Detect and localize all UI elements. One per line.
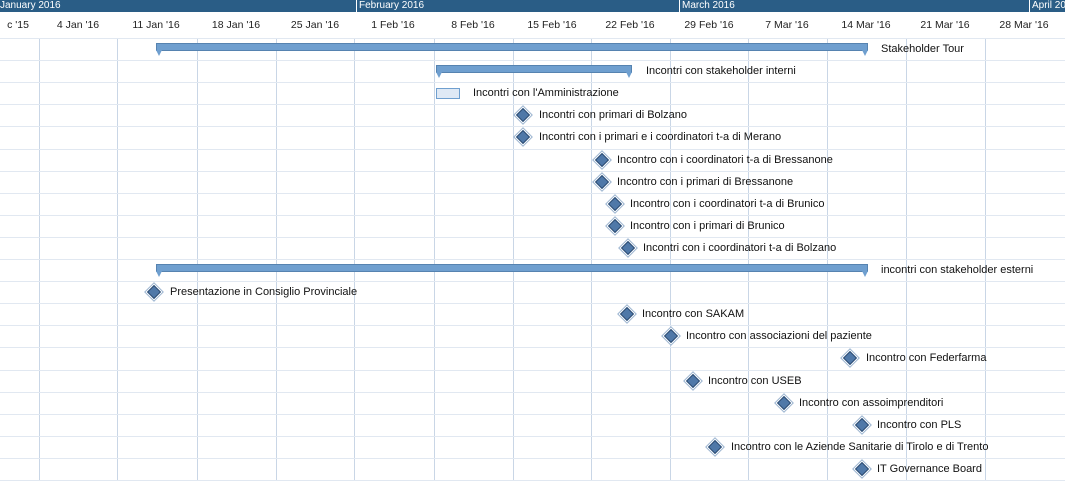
row-gridline (0, 325, 1065, 326)
milestone-diamond-icon[interactable] (607, 196, 623, 212)
month-separator (679, 0, 680, 12)
row-gridline (0, 259, 1065, 260)
milestone-diamond-icon[interactable] (663, 328, 679, 344)
month-separator (356, 0, 357, 12)
milestone-diamond-icon[interactable] (607, 218, 623, 234)
gantt-chart: January 2016 February 2016 March 2016 April… (0, 0, 1065, 481)
task-label: incontri con stakeholder esterni (881, 264, 1034, 276)
task-label: Incontri con stakeholder interni (646, 65, 796, 77)
week-label: 1 Feb '16 (371, 19, 415, 31)
summary-bar[interactable] (156, 43, 868, 56)
row-gridline (0, 126, 1065, 127)
week-label: 18 Jan '16 (211, 19, 261, 31)
milestone-diamond-icon[interactable] (842, 350, 858, 366)
milestone-diamond-icon[interactable] (707, 439, 723, 455)
task-label: Incontro con i coordinatori t-a di Bruni… (630, 198, 825, 210)
row-gridline (0, 193, 1065, 194)
row-gridline (0, 38, 1065, 39)
week-label: 29 Feb '16 (684, 19, 734, 31)
row-gridline (0, 458, 1065, 459)
week-label: 8 Feb '16 (451, 19, 495, 31)
row-gridline (0, 60, 1065, 61)
week-label: 7 Mar '16 (765, 19, 809, 31)
row-gridline (0, 281, 1065, 282)
row-gridline (0, 370, 1065, 371)
month-header (0, 0, 1065, 12)
month-label: February 2016 (359, 0, 425, 11)
task-label: Stakeholder Tour (881, 43, 964, 55)
task-label: Incontri con i primari e i coordinatori … (539, 131, 782, 143)
row-gridline (0, 149, 1065, 150)
row-gridline (0, 171, 1065, 172)
milestone-diamond-icon[interactable] (854, 461, 870, 477)
task-label: Incontri con l'Amministrazione (473, 87, 619, 99)
month-separator (1029, 0, 1030, 12)
week-label: 15 Feb '16 (527, 19, 577, 31)
task-label: IT Governance Board (877, 463, 982, 475)
week-label: 22 Feb '16 (605, 19, 655, 31)
task-label: Incontri con primari di Bolzano (539, 109, 687, 121)
milestone-diamond-icon[interactable] (854, 417, 870, 433)
task-label: Incontro con PLS (877, 419, 962, 431)
milestone-diamond-icon[interactable] (515, 107, 531, 123)
row-gridline (0, 82, 1065, 83)
row-gridline (0, 215, 1065, 216)
task-label: Incontro con SAKAM (642, 308, 745, 320)
task-label: Incontro con i primari di Brunico (630, 220, 785, 232)
task-label: Incontro con USEB (708, 375, 802, 387)
milestone-diamond-icon[interactable] (776, 395, 792, 411)
task-label: Incontro con associazioni del paziente (686, 330, 872, 342)
week-label: 28 Mar '16 (999, 19, 1049, 31)
task-label: Incontri con i coordinatori t-a di Bolza… (643, 242, 837, 254)
task-label: Presentazione in Consiglio Provinciale (170, 286, 358, 298)
row-gridline (0, 104, 1065, 105)
row-gridline (0, 347, 1065, 348)
week-label: 25 Jan '16 (290, 19, 340, 31)
task-label: Incontro con le Aziende Sanitarie di Tir… (731, 441, 989, 453)
task-label: Incontro con Federfarma (866, 352, 987, 364)
task-label: Incontro con assoimprenditori (799, 397, 944, 409)
milestone-diamond-icon[interactable] (619, 306, 635, 322)
month-label: March 2016 (682, 0, 735, 11)
summary-bar[interactable] (436, 65, 632, 78)
task-bar[interactable] (436, 88, 460, 99)
milestone-diamond-icon[interactable] (594, 152, 610, 168)
row-gridline (0, 414, 1065, 415)
milestone-diamond-icon[interactable] (685, 373, 701, 389)
milestone-diamond-icon[interactable] (594, 174, 610, 190)
row-gridline (0, 303, 1065, 304)
row-gridline (0, 392, 1065, 393)
milestone-diamond-icon[interactable] (515, 129, 531, 145)
week-label: 21 Mar '16 (920, 19, 970, 31)
week-label: 14 Mar '16 (841, 19, 891, 31)
milestone-diamond-icon[interactable] (146, 284, 162, 300)
task-label: Incontro con i primari di Bressanone (617, 176, 794, 188)
week-label: 11 Jan '16 (132, 19, 180, 31)
milestone-diamond-icon[interactable] (620, 240, 636, 256)
row-gridline (0, 436, 1065, 437)
summary-bar[interactable] (156, 264, 868, 277)
month-label: January 2016 (0, 0, 61, 11)
task-label: Incontro con i coordinatori t-a di Bress… (617, 154, 833, 166)
month-label: April 2016 (1032, 0, 1065, 11)
week-label: 4 Jan '16 (56, 19, 100, 31)
row-gridline (0, 237, 1065, 238)
